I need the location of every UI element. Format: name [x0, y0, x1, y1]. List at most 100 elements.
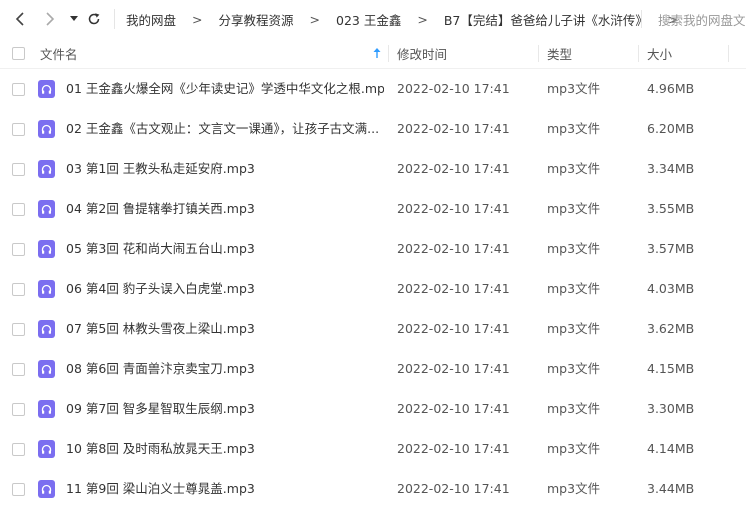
file-name[interactable]: 10 第8回 及时雨私放晁天王.mp3: [66, 429, 384, 469]
file-time: 2022-02-10 17:41: [397, 161, 510, 176]
breadcrumb: 我的网盘 > 分享教程资源 > 023 王金鑫 > B7【完结】爸爸给儿子讲《水…: [126, 0, 694, 38]
row-checkbox[interactable]: [12, 163, 25, 176]
file-name[interactable]: 05 第3回 花和尚大闹五台山.mp3: [66, 229, 384, 269]
search-input[interactable]: 搜索我的网盘文件: [646, 0, 746, 38]
file-type: mp3文件: [547, 241, 601, 256]
file-size: 3.30MB: [647, 401, 695, 416]
refresh-button[interactable]: [83, 8, 105, 30]
back-arrow-icon: [15, 12, 24, 26]
toolbar: 我的网盘 > 分享教程资源 > 023 王金鑫 > B7【完结】爸爸给儿子讲《水…: [0, 0, 746, 38]
file-name[interactable]: 04 第2回 鲁提辖拳打镇关西.mp3: [66, 189, 384, 229]
file-name[interactable]: 01 王金鑫火爆全网《少年读史记》学透中华文化之根.mp3: [66, 69, 384, 109]
file-time: 2022-02-10 17:41: [397, 201, 510, 216]
column-header-name[interactable]: 文件名: [40, 38, 78, 68]
column-divider: [728, 45, 729, 62]
row-checkbox[interactable]: [12, 283, 25, 296]
column-divider: [388, 45, 389, 62]
list-item[interactable]: 03 第1回 王教头私走延安府.mp3 2022-02-10 17:41 mp3…: [0, 149, 746, 189]
file-name[interactable]: 02 王金鑫《古文观止：文言文一课通》，让孩子古文满...: [66, 109, 384, 149]
audio-file-icon: [38, 280, 55, 298]
file-name[interactable]: 07 第5回 林教头雪夜上梁山.mp3: [66, 309, 384, 349]
row-checkbox[interactable]: [12, 443, 25, 456]
file-size: 3.34MB: [647, 161, 695, 176]
row-checkbox[interactable]: [12, 483, 25, 496]
file-name[interactable]: 08 第6回 青面兽汴京卖宝刀.mp3: [66, 349, 384, 389]
breadcrumb-item-share[interactable]: 分享教程资源: [219, 10, 294, 29]
list-item[interactable]: 01 王金鑫火爆全网《少年读史记》学透中华文化之根.mp3 2022-02-10…: [0, 69, 746, 109]
file-list-header: 文件名 修改时间 类型 大小: [0, 38, 746, 69]
select-all-checkbox[interactable]: [12, 47, 25, 60]
column-divider: [538, 45, 539, 62]
list-item[interactable]: 11 第9回 梁山泊义士尊晁盖.mp3 2022-02-10 17:41 mp3…: [0, 469, 746, 509]
column-header-time[interactable]: 修改时间: [397, 38, 447, 68]
audio-file-icon: [38, 80, 55, 98]
file-time: 2022-02-10 17:41: [397, 321, 510, 336]
list-item[interactable]: 06 第4回 豹子头误入白虎堂.mp3 2022-02-10 17:41 mp3…: [0, 269, 746, 309]
row-checkbox[interactable]: [12, 243, 25, 256]
file-time: 2022-02-10 17:41: [397, 121, 510, 136]
file-type: mp3文件: [547, 281, 601, 296]
audio-file-icon: [38, 320, 55, 338]
search-divider: [641, 10, 642, 28]
file-size: 3.57MB: [647, 241, 695, 256]
file-time: 2022-02-10 17:41: [397, 441, 510, 456]
file-size: 3.44MB: [647, 481, 695, 496]
file-name[interactable]: 11 第9回 梁山泊义士尊晁盖.mp3: [66, 469, 384, 509]
file-type: mp3文件: [547, 121, 601, 136]
column-header-type[interactable]: 类型: [547, 38, 572, 68]
row-checkbox[interactable]: [12, 323, 25, 336]
list-item[interactable]: 05 第3回 花和尚大闹五台山.mp3 2022-02-10 17:41 mp3…: [0, 229, 746, 269]
file-size: 3.55MB: [647, 201, 695, 216]
file-name[interactable]: 03 第1回 王教头私走延安府.mp3: [66, 149, 384, 189]
file-type: mp3文件: [547, 401, 601, 416]
column-header-size[interactable]: 大小: [647, 38, 672, 68]
audio-file-icon: [38, 400, 55, 418]
audio-file-icon: [38, 440, 55, 458]
list-item[interactable]: 02 王金鑫《古文观止：文言文一课通》，让孩子古文满... 2022-02-10…: [0, 109, 746, 149]
list-item[interactable]: 07 第5回 林教头雪夜上梁山.mp3 2022-02-10 17:41 mp3…: [0, 309, 746, 349]
file-time: 2022-02-10 17:41: [397, 81, 510, 96]
breadcrumb-separator: >: [309, 11, 320, 27]
file-size: 4.03MB: [647, 281, 695, 296]
row-checkbox[interactable]: [12, 203, 25, 216]
audio-file-icon: [38, 120, 55, 138]
column-divider: [638, 45, 639, 62]
audio-file-icon: [38, 240, 55, 258]
audio-file-icon: [38, 360, 55, 378]
breadcrumb-separator: >: [192, 11, 203, 27]
breadcrumb-item-current[interactable]: B7【完结】爸爸给儿子讲《水浒传》: [444, 10, 648, 29]
list-item[interactable]: 08 第6回 青面兽汴京卖宝刀.mp3 2022-02-10 17:41 mp3…: [0, 349, 746, 389]
list-item[interactable]: 10 第8回 及时雨私放晁天王.mp3 2022-02-10 17:41 mp3…: [0, 429, 746, 469]
row-checkbox[interactable]: [12, 403, 25, 416]
breadcrumb-separator: >: [417, 11, 428, 27]
file-type: mp3文件: [547, 441, 601, 456]
file-type: mp3文件: [547, 481, 601, 496]
audio-file-icon: [38, 480, 55, 498]
file-type: mp3文件: [547, 321, 601, 336]
file-name[interactable]: 06 第4回 豹子头误入白虎堂.mp3: [66, 269, 384, 309]
history-dropdown-button[interactable]: [63, 8, 85, 30]
file-time: 2022-02-10 17:41: [397, 281, 510, 296]
file-time: 2022-02-10 17:41: [397, 481, 510, 496]
row-checkbox[interactable]: [12, 363, 25, 376]
list-item[interactable]: 09 第7回 智多星智取生辰纲.mp3 2022-02-10 17:41 mp3…: [0, 389, 746, 429]
refresh-icon: [88, 13, 100, 25]
file-type: mp3文件: [547, 81, 601, 96]
file-size: 6.20MB: [647, 121, 695, 136]
file-time: 2022-02-10 17:41: [397, 241, 510, 256]
breadcrumb-item-author[interactable]: 023 王金鑫: [336, 10, 401, 29]
toolbar-divider: [114, 9, 115, 29]
file-type: mp3文件: [547, 361, 601, 376]
breadcrumb-item-root[interactable]: 我的网盘: [126, 10, 176, 29]
file-type: mp3文件: [547, 201, 601, 216]
sort-ascending-icon[interactable]: [372, 47, 382, 59]
file-name[interactable]: 09 第7回 智多星智取生辰纲.mp3: [66, 389, 384, 429]
list-item[interactable]: 04 第2回 鲁提辖拳打镇关西.mp3 2022-02-10 17:41 mp3…: [0, 189, 746, 229]
file-time: 2022-02-10 17:41: [397, 361, 510, 376]
file-type: mp3文件: [547, 161, 601, 176]
row-checkbox[interactable]: [12, 123, 25, 136]
forward-button[interactable]: [38, 8, 60, 30]
back-button[interactable]: [10, 8, 32, 30]
row-checkbox[interactable]: [12, 83, 25, 96]
file-time: 2022-02-10 17:41: [397, 401, 510, 416]
